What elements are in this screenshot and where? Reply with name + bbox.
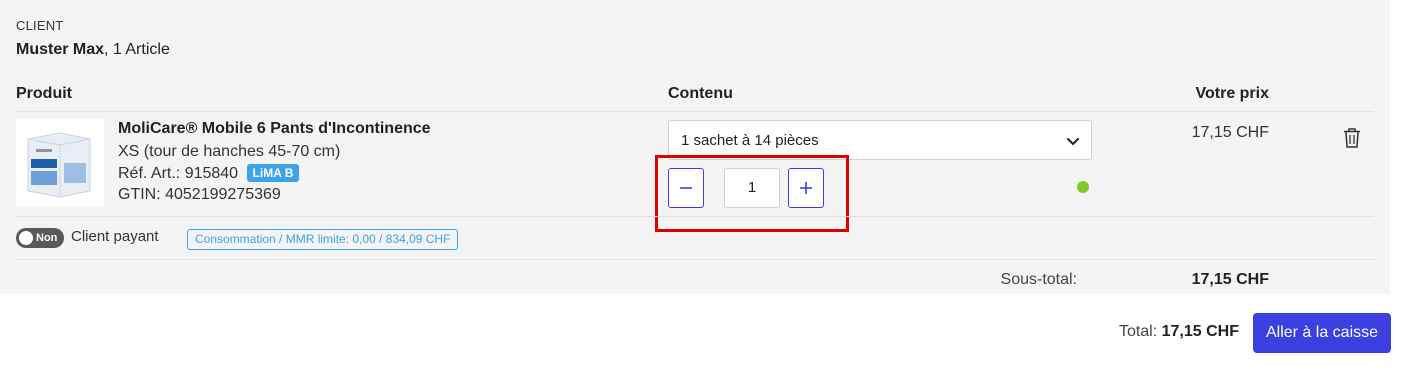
client-payer-toggle[interactable]: Non (16, 228, 64, 248)
trash-icon (1344, 128, 1360, 148)
product-name[interactable]: MoliCare® Mobile 6 Pants d'Incontinence (118, 120, 431, 138)
header-divider (16, 111, 1374, 112)
subtotal-value: 17,15 CHF (1191, 271, 1269, 288)
limit-badge: Consommation / MMR limite: 0,00 / 834,09… (187, 229, 459, 250)
product-size: XS (tour de hanches 45-70 cm) (118, 143, 341, 160)
product-gtin: GTIN: 4052199275369 (118, 186, 281, 203)
article-count: , 1 Article (104, 41, 170, 58)
product-reference: Réf. Art.: 915840 LiMA B (118, 164, 300, 183)
reference-text: Réf. Art.: 915840 (118, 165, 239, 182)
status-dot-icon (1077, 181, 1089, 193)
client-name: Muster Max (16, 41, 105, 58)
subtotal-label: Sous-total: (1000, 271, 1077, 288)
package-select[interactable]: 1 sachet à 14 pièces (668, 120, 1092, 160)
lima-badge: LiMA B (246, 164, 300, 182)
chevron-down-icon (1067, 138, 1079, 145)
row-divider (16, 216, 1374, 217)
order-total: Total: 17,15 CHF (1119, 323, 1239, 341)
total-label: Total: (1118, 323, 1162, 340)
quantity-highlight-box (655, 155, 849, 232)
total-value: 17,15 CHF (1161, 323, 1239, 340)
product-package-image (16, 119, 104, 207)
product-image[interactable] (16, 119, 104, 207)
subtotal-divider (16, 259, 1374, 260)
package-select-value: 1 sachet à 14 pièces (681, 132, 819, 149)
header-product: Produit (16, 85, 72, 102)
toggle-knob (19, 231, 33, 245)
client-summary: Muster Max, 1 Article (16, 41, 170, 59)
header-price: Votre prix (1195, 85, 1270, 102)
toggle-label: Non (36, 232, 58, 244)
checkout-button[interactable]: Aller à la caisse (1253, 313, 1391, 353)
cart-panel: CLIENT Muster Max, 1 Article Produit Con… (0, 0, 1390, 294)
item-price: 17,15 CHF (1191, 124, 1269, 141)
client-section-label: CLIENT (16, 18, 64, 33)
delete-item-button[interactable] (1343, 128, 1361, 148)
header-content: Contenu (668, 85, 733, 102)
client-payer-label: Client payant (71, 228, 159, 245)
